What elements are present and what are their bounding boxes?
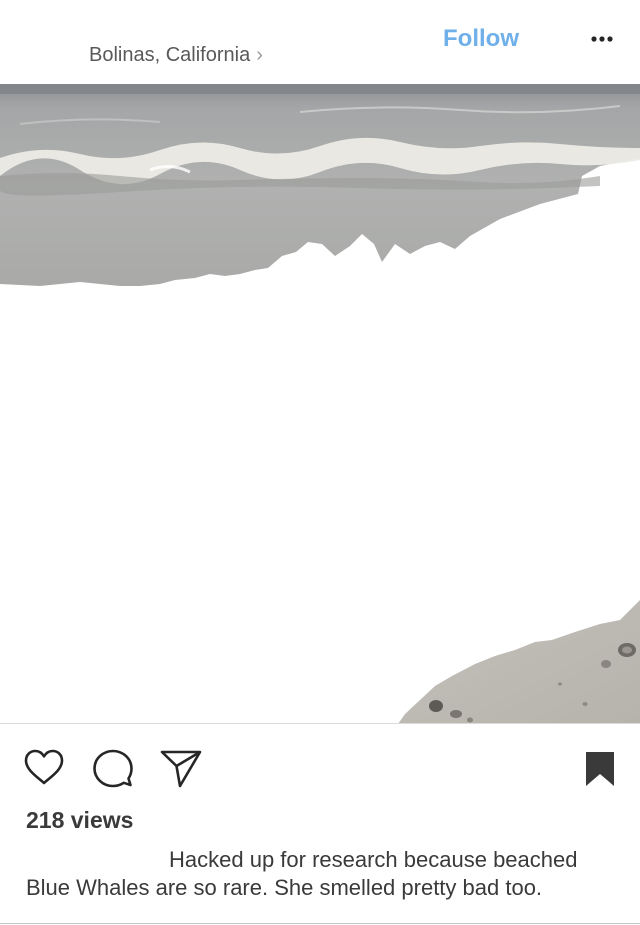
view-count[interactable]: 218 views	[26, 806, 133, 834]
pebble	[582, 702, 588, 706]
action-bar	[0, 740, 640, 796]
post-page: Bolinas, California › Follow 218 views H…	[0, 0, 640, 925]
more-options-icon[interactable]	[589, 29, 615, 49]
divider	[0, 723, 640, 724]
pebble	[622, 646, 632, 654]
paper-plane-icon[interactable]	[159, 746, 203, 790]
bookmark-icon[interactable]	[580, 746, 624, 790]
comment-bubble-icon[interactable]	[91, 746, 135, 790]
location-label: Bolinas, California	[89, 44, 251, 66]
follow-button[interactable]: Follow	[443, 25, 519, 53]
beach-photo	[0, 84, 640, 724]
heart-icon[interactable]	[22, 746, 66, 790]
chevron-right-icon: ›	[256, 44, 263, 66]
post-header: Bolinas, California › Follow	[0, 0, 640, 84]
pebble	[429, 700, 443, 712]
horizon-band	[0, 84, 640, 94]
location-link[interactable]: Bolinas, California ›	[89, 43, 263, 67]
post-caption: Hacked up for research because beached B…	[26, 847, 578, 900]
divider	[0, 923, 640, 924]
pebble	[450, 710, 462, 718]
post-image[interactable]	[0, 84, 640, 724]
pebble	[467, 717, 473, 723]
pebble	[601, 660, 611, 668]
pebble	[558, 682, 562, 686]
